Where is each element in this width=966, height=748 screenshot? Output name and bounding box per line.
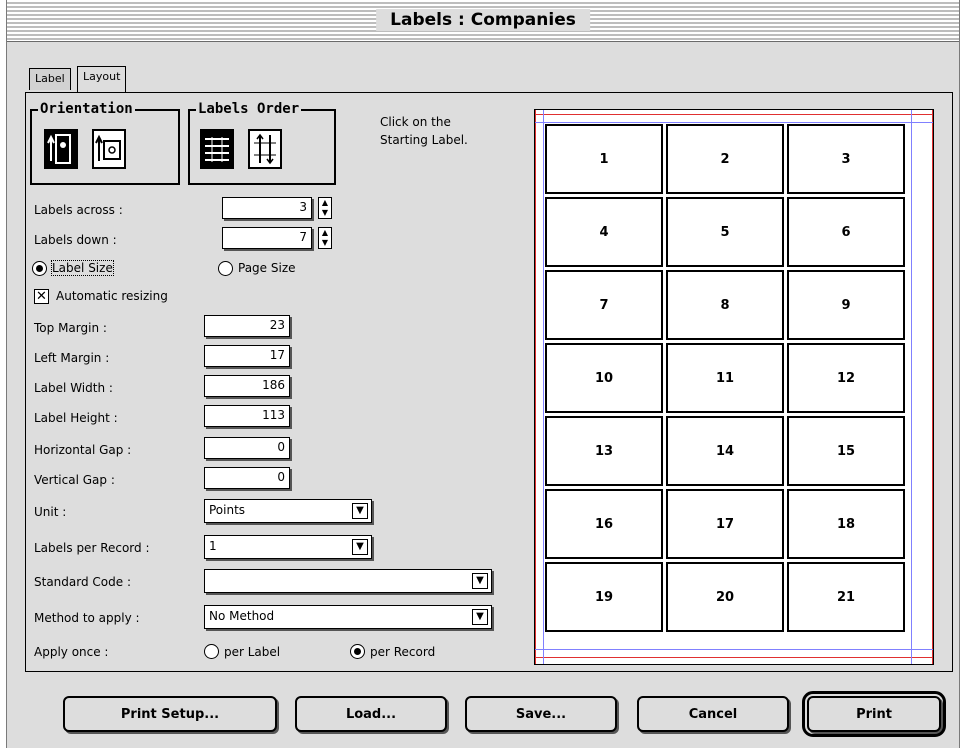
automatic-resizing-label[interactable]: Automatic resizing bbox=[56, 289, 168, 303]
labels-per-record-select[interactable]: 1 ▼ bbox=[204, 535, 372, 559]
labels-per-record-value: 1 bbox=[209, 539, 217, 553]
preview-label-cell[interactable]: 9 bbox=[787, 270, 905, 340]
tab-layout[interactable]: Layout bbox=[77, 66, 127, 92]
preview-label-cell[interactable]: 1 bbox=[545, 124, 663, 194]
preview-label-cell[interactable]: 15 bbox=[787, 416, 905, 486]
label-width-field[interactable]: 186 bbox=[204, 375, 290, 397]
orientation-legend: Orientation bbox=[38, 101, 135, 117]
preview-label-cell[interactable]: 14 bbox=[666, 416, 784, 486]
order-down-icon[interactable] bbox=[248, 129, 282, 169]
page-size-radio[interactable] bbox=[218, 261, 233, 276]
label-size-label[interactable]: Label Size bbox=[51, 260, 114, 276]
labels-across-field[interactable]: 3 bbox=[222, 197, 312, 219]
per-record-label[interactable]: per Record bbox=[370, 645, 435, 659]
preview-label-cell[interactable]: 19 bbox=[545, 562, 663, 632]
preview-label-cell[interactable]: 20 bbox=[666, 562, 784, 632]
labels-down-label: Labels down : bbox=[34, 233, 117, 247]
hint-line-2: Starting Label. bbox=[380, 133, 468, 147]
preview-label-cell[interactable]: 11 bbox=[666, 343, 784, 413]
method-select[interactable]: No Method ▼ bbox=[204, 605, 492, 629]
unit-value: Points bbox=[209, 503, 246, 517]
chevron-down-icon: ▼ bbox=[472, 609, 488, 625]
labels-order-legend: Labels Order bbox=[196, 101, 302, 117]
load-button[interactable]: Load... bbox=[295, 696, 447, 732]
unit-label: Unit : bbox=[34, 505, 67, 519]
label-height-field[interactable]: 113 bbox=[204, 405, 290, 427]
preview-label-cell[interactable]: 18 bbox=[787, 489, 905, 559]
orientation-group: Orientation bbox=[30, 101, 180, 185]
left-margin-field[interactable]: 17 bbox=[204, 345, 290, 367]
margin-line-bottom bbox=[535, 657, 933, 658]
label-height-label: Label Height : bbox=[34, 411, 118, 425]
standard-code-label: Standard Code : bbox=[34, 575, 131, 589]
tab-label[interactable]: Label bbox=[29, 68, 71, 90]
preview-label-cell[interactable]: 2 bbox=[666, 124, 784, 194]
vertical-gap-label: Vertical Gap : bbox=[34, 473, 115, 487]
preview-label-cell[interactable]: 8 bbox=[666, 270, 784, 340]
hint-line-1: Click on the bbox=[380, 115, 451, 129]
guide-line-right bbox=[911, 110, 912, 664]
margin-line-right bbox=[932, 110, 933, 664]
preview-label-cell[interactable]: 7 bbox=[545, 270, 663, 340]
unit-select[interactable]: Points ▼ bbox=[204, 499, 372, 523]
vertical-gap-field[interactable]: 0 bbox=[204, 467, 290, 489]
cancel-button[interactable]: Cancel bbox=[637, 696, 789, 732]
print-setup-button[interactable]: Print Setup... bbox=[63, 696, 277, 732]
labels-dialog: Labels : Companies Label Layout Orientat… bbox=[6, 0, 960, 748]
per-label-radio[interactable] bbox=[204, 644, 219, 659]
labels-across-label: Labels across : bbox=[34, 203, 123, 217]
preview-label-cell[interactable]: 17 bbox=[666, 489, 784, 559]
label-width-label: Label Width : bbox=[34, 381, 113, 395]
horizontal-gap-field[interactable]: 0 bbox=[204, 437, 290, 459]
landscape-orientation-icon[interactable] bbox=[92, 129, 126, 169]
guide-line-left bbox=[543, 110, 544, 664]
preview-label-cell[interactable]: 12 bbox=[787, 343, 905, 413]
preview-label-cell[interactable]: 5 bbox=[666, 197, 784, 267]
preview-label-cell[interactable]: 10 bbox=[545, 343, 663, 413]
per-record-radio[interactable] bbox=[350, 644, 365, 659]
label-size-radio[interactable] bbox=[32, 261, 47, 276]
page-size-label[interactable]: Page Size bbox=[238, 261, 296, 275]
guide-line-top bbox=[535, 122, 933, 123]
chevron-down-icon: ▼ bbox=[472, 573, 488, 589]
automatic-resizing-checkbox[interactable]: ✕ bbox=[34, 289, 49, 304]
method-label: Method to apply : bbox=[34, 611, 140, 625]
layout-panel: Orientation Labels Order Click on the St… bbox=[25, 92, 953, 672]
labels-per-record-label: Labels per Record : bbox=[34, 541, 150, 555]
method-value: No Method bbox=[209, 609, 275, 623]
horizontal-gap-label: Horizontal Gap : bbox=[34, 443, 132, 457]
portrait-orientation-icon[interactable] bbox=[44, 129, 78, 169]
chevron-down-icon: ▼ bbox=[352, 539, 368, 555]
window-title: Labels : Companies bbox=[376, 9, 590, 31]
label-preview-page: 1 2 3 4 5 6 7 8 9 10 11 12 13 14 15 16 17 18 19 20 21 bbox=[534, 109, 934, 665]
per-label-label[interactable]: per Label bbox=[224, 645, 280, 659]
labels-across-stepper[interactable]: ▲ ▼ bbox=[318, 197, 332, 219]
preview-label-cell[interactable]: 4 bbox=[545, 197, 663, 267]
preview-label-cell[interactable]: 16 bbox=[545, 489, 663, 559]
apply-once-label: Apply once : bbox=[34, 645, 109, 659]
save-button[interactable]: Save... bbox=[465, 696, 617, 732]
chevron-down-icon: ▼ bbox=[352, 503, 368, 519]
top-margin-label: Top Margin : bbox=[34, 321, 107, 335]
labels-down-stepper[interactable]: ▲ ▼ bbox=[318, 227, 332, 249]
margin-line-left bbox=[535, 110, 536, 664]
labels-order-group: Labels Order bbox=[188, 101, 336, 185]
preview-label-cell[interactable]: 13 bbox=[545, 416, 663, 486]
preview-label-cell[interactable]: 3 bbox=[787, 124, 905, 194]
top-margin-field[interactable]: 23 bbox=[204, 315, 290, 337]
preview-label-cell[interactable]: 6 bbox=[787, 197, 905, 267]
preview-label-cell[interactable]: 21 bbox=[787, 562, 905, 632]
title-bar[interactable]: Labels : Companies bbox=[7, 0, 959, 42]
order-across-icon[interactable] bbox=[200, 129, 234, 169]
guide-line-bottom bbox=[535, 649, 933, 650]
margin-line-top bbox=[535, 114, 933, 115]
labels-down-field[interactable]: 7 bbox=[222, 227, 312, 249]
print-button[interactable]: Print bbox=[802, 691, 946, 737]
left-margin-label: Left Margin : bbox=[34, 351, 110, 365]
standard-code-select[interactable]: ▼ bbox=[204, 569, 492, 593]
